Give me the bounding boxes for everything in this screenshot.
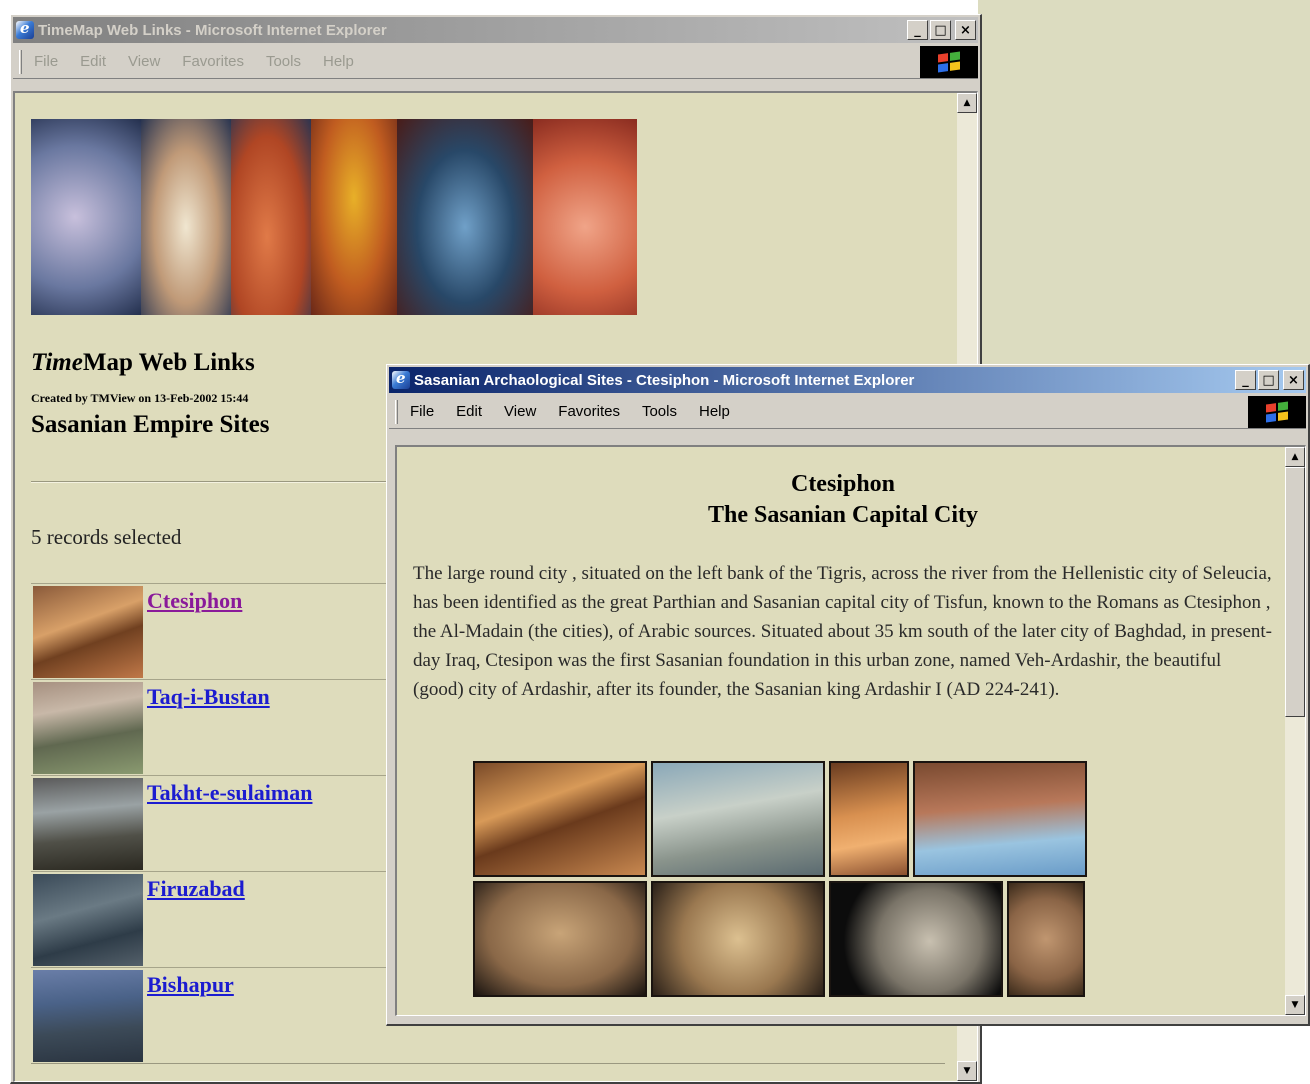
menu-bar: File Edit View Favorites Tools Help bbox=[389, 395, 1306, 429]
menu-edit[interactable]: Edit bbox=[456, 403, 482, 420]
article-subtitle: The Sasanian Capital City bbox=[707, 502, 979, 528]
gallery-photo-ruins-distant[interactable] bbox=[651, 761, 825, 877]
menu-tools[interactable]: Tools bbox=[642, 403, 677, 420]
site-link-firuzabad[interactable]: Firuzabad bbox=[147, 876, 245, 902]
menu-edit[interactable]: Edit bbox=[80, 53, 106, 70]
page-title-italic: Time bbox=[31, 349, 83, 376]
window-title: Sasanian Archaological Sites - Ctesiphon… bbox=[414, 371, 915, 389]
bottom-divider bbox=[31, 1063, 945, 1065]
takht-e-sulaiman-thumbnail[interactable] bbox=[33, 778, 143, 870]
sasanian-art-banner-image bbox=[31, 119, 637, 315]
page-subtitle: Sasanian Empire Sites bbox=[31, 411, 270, 438]
gallery-photo-arch-interior[interactable] bbox=[913, 761, 1087, 877]
article-body: The large round city , situated on the l… bbox=[413, 563, 1272, 700]
gallery-photo-stucco-panel[interactable] bbox=[473, 881, 647, 997]
gallery-photo-arch-side[interactable] bbox=[829, 761, 909, 877]
site-link-takht-e-sulaiman[interactable]: Takht-e-sulaiman bbox=[147, 780, 312, 806]
windows-logo-icon bbox=[1248, 395, 1306, 428]
close-button[interactable]: × bbox=[955, 20, 976, 40]
menu-favorites[interactable]: Favorites bbox=[558, 403, 620, 420]
site-link-ctesiphon[interactable]: Ctesiphon bbox=[147, 588, 242, 614]
menu-tools[interactable]: Tools bbox=[266, 53, 301, 70]
scroll-thumb[interactable] bbox=[1285, 467, 1305, 717]
maximize-button[interactable]: □ bbox=[1258, 370, 1279, 390]
menu-favorites[interactable]: Favorites bbox=[182, 53, 244, 70]
minimize-button[interactable]: _ bbox=[907, 20, 928, 40]
bishapur-thumbnail[interactable] bbox=[33, 970, 143, 1062]
firuzabad-thumbnail[interactable] bbox=[33, 874, 143, 966]
records-count: 5 records selected bbox=[31, 525, 182, 549]
timemap-title-bar[interactable]: TimeMap Web Links - Microsoft Internet E… bbox=[13, 17, 978, 43]
site-link-bishapur[interactable]: Bishapur bbox=[147, 972, 234, 998]
gallery-photo-bird-relief[interactable] bbox=[1007, 881, 1085, 997]
ctesiphon-thumbnail[interactable] bbox=[33, 586, 143, 678]
taq-i-bustan-thumbnail[interactable] bbox=[33, 682, 143, 774]
gallery-photo-relief-medallion[interactable] bbox=[651, 881, 825, 997]
scroll-down-button[interactable]: ▼ bbox=[957, 1061, 977, 1081]
article-heading: Ctesiphon The Sasanian Capital City bbox=[413, 469, 1273, 531]
toolbar-grip[interactable] bbox=[19, 49, 22, 74]
scroll-up-button[interactable]: ▲ bbox=[1285, 447, 1305, 467]
site-link-taq-i-bustan[interactable]: Taq-i-Bustan bbox=[147, 684, 270, 710]
close-button[interactable]: × bbox=[1283, 370, 1304, 390]
maximize-button[interactable]: □ bbox=[930, 20, 951, 40]
menu-view[interactable]: View bbox=[504, 403, 536, 420]
toolbar-grip[interactable] bbox=[395, 399, 398, 424]
menu-help[interactable]: Help bbox=[699, 403, 730, 420]
menu-view[interactable]: View bbox=[128, 53, 160, 70]
ctesiphon-title-bar[interactable]: Sasanian Archaological Sites - Ctesiphon… bbox=[389, 367, 1306, 393]
article-title: Ctesiphon bbox=[790, 471, 896, 497]
photo-gallery bbox=[473, 761, 1089, 1001]
ctesiphon-browser-window[interactable]: Sasanian Archaological Sites - Ctesiphon… bbox=[386, 364, 1310, 1026]
desktop-background bbox=[978, 0, 1310, 370]
menu-help[interactable]: Help bbox=[323, 53, 354, 70]
page-viewport[interactable]: Ctesiphon The Sasanian Capital City The … bbox=[395, 445, 1306, 1016]
created-by-text: Created by TMView on 13-Feb-2002 15:44 bbox=[31, 391, 249, 405]
page-title: TimeMap Web Links bbox=[31, 349, 255, 377]
scroll-up-button[interactable]: ▲ bbox=[957, 93, 977, 113]
ie-icon bbox=[16, 19, 34, 39]
page-title-rest: Map Web Links bbox=[82, 349, 255, 376]
article: Ctesiphon The Sasanian Capital City The … bbox=[413, 469, 1273, 704]
gallery-photo-stucco-tile[interactable] bbox=[829, 881, 1003, 997]
menu-bar: File Edit View Favorites Tools Help bbox=[13, 45, 978, 79]
ie-icon bbox=[392, 369, 410, 389]
windows-logo-icon bbox=[920, 45, 978, 78]
minimize-button[interactable]: _ bbox=[1235, 370, 1256, 390]
window-title: TimeMap Web Links - Microsoft Internet E… bbox=[38, 21, 387, 39]
gallery-photo-arch-front[interactable] bbox=[473, 761, 647, 877]
menu-file[interactable]: File bbox=[34, 53, 58, 70]
scroll-down-button[interactable]: ▼ bbox=[1285, 995, 1305, 1015]
menu-file[interactable]: File bbox=[410, 403, 434, 420]
vertical-scrollbar[interactable]: ▲ ▼ bbox=[1285, 447, 1305, 1015]
